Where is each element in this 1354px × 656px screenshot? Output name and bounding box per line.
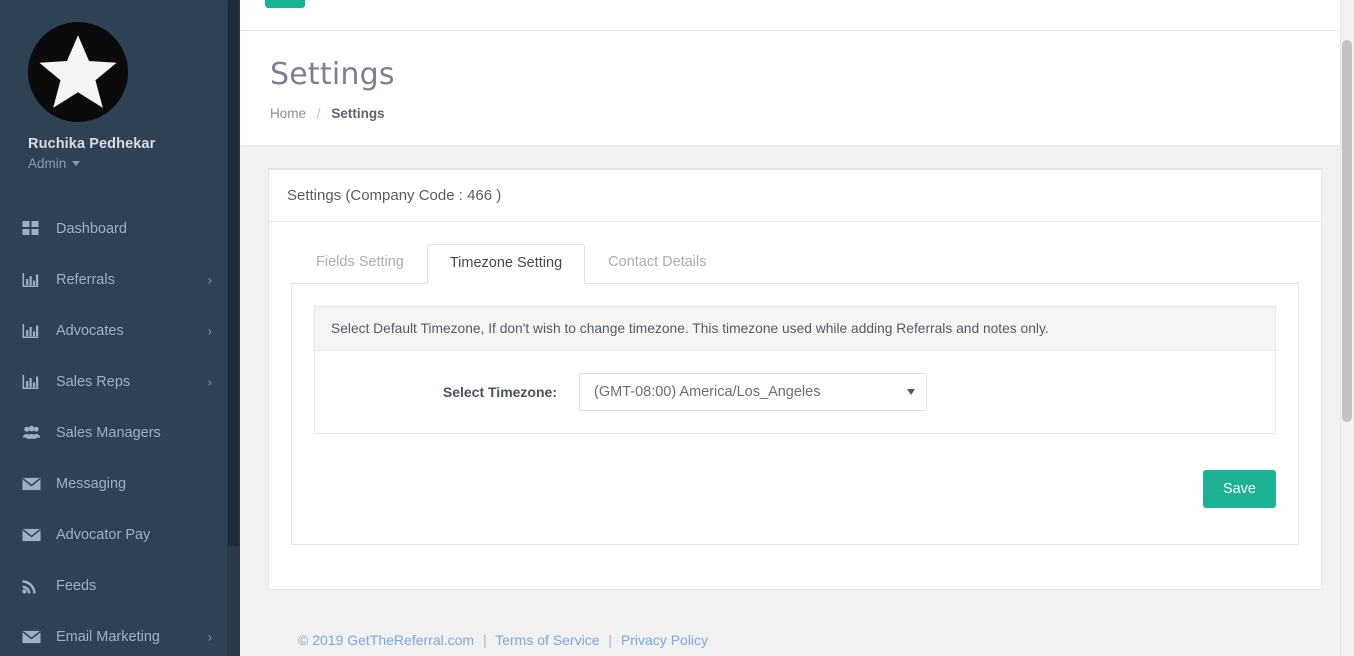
timezone-select-wrapper: (GMT-08:00) America/Los_Angeles [579,373,927,411]
chevron-right-icon: › [207,272,212,287]
tab-fields-setting[interactable]: Fields Setting [293,243,427,283]
card-footer-spacer [269,567,1321,589]
sidebar-item-label: Messaging [56,475,127,492]
sidebar-item-label: Referrals [56,271,115,288]
breadcrumb-home-link[interactable]: Home [270,106,306,121]
settings-card-body: Fields Setting Timezone Setting Contact … [269,222,1321,567]
main-content: Settings Home / Settings Settings (Compa… [240,0,1354,656]
sidebar-item-dashboard[interactable]: Dashboard [0,203,240,254]
envelope-icon [22,628,44,646]
sidebar-item-label: Advocates [56,322,124,339]
settings-tabs: Fields Setting Timezone Setting Contact … [291,242,1299,284]
sidebar-profile: Ruchika Pedhekar Admin [0,0,240,173]
profile-name: Ruchika Pedhekar [28,136,156,152]
breadcrumb-current: Settings [331,106,385,121]
page-scrollbar-track[interactable] [1340,0,1354,656]
save-row: Save [314,470,1276,508]
footer-separator: | [608,632,613,648]
sidebar-nav: Dashboard Referrals › Advocates › Sales … [0,203,240,656]
bar-chart-icon [22,373,44,391]
breadcrumb: Home / Settings [270,106,1354,121]
timezone-tab-panel: Select Default Timezone, If don't wish t… [291,284,1299,545]
page-scrollbar-thumb[interactable] [1342,40,1352,422]
sidebar: Ruchika Pedhekar Admin Dashboard Referra… [0,0,240,656]
bell-icon[interactable] [1303,0,1329,11]
page-header: Settings Home / Settings [240,31,1354,146]
content-area: Settings (Company Code : 466 ) Fields Se… [240,146,1354,648]
sidebar-item-label: Email Marketing [56,628,160,645]
sidebar-scrollbar-thumb[interactable] [228,0,239,546]
footer-separator: | [482,632,487,648]
footer-copyright: © 2019 GetTheReferral.com [298,632,475,648]
app-root: Ruchika Pedhekar Admin Dashboard Referra… [0,0,1354,656]
topbar-action-button[interactable] [265,0,305,8]
tab-timezone-setting[interactable]: Timezone Setting [426,243,586,284]
sidebar-item-label: Advocator Pay [56,526,151,543]
tab-contact-details[interactable]: Contact Details [585,243,729,283]
sidebar-item-referrals[interactable]: Referrals › [0,254,240,305]
sidebar-item-label: Feeds [56,577,97,594]
sidebar-item-label: Sales Reps [56,373,131,390]
timezone-label: Select Timezone: [442,384,557,400]
footer-terms-link[interactable]: Terms of Service [495,632,599,648]
sidebar-item-sales-reps[interactable]: Sales Reps › [0,356,240,407]
chevron-right-icon: › [207,323,212,338]
page-footer: © 2019 GetTheReferral.com | Terms of Ser… [268,612,1322,648]
topbar [240,0,1354,31]
settings-card-header: Settings (Company Code : 466 ) [269,170,1321,222]
sidebar-item-messaging[interactable]: Messaging [0,458,240,509]
page-title: Settings [270,57,395,92]
grid-icon [22,220,44,238]
sidebar-item-advocates[interactable]: Advocates › [0,305,240,356]
envelope-icon [22,475,44,493]
user-avatar-icon[interactable] [1239,0,1265,11]
rss-icon [22,577,44,595]
chevron-down-icon [72,161,81,166]
breadcrumb-separator: / [316,106,321,121]
timezone-select[interactable]: (GMT-08:00) America/Los_Angeles [579,373,927,411]
star-avatar-icon [32,26,124,118]
save-button[interactable]: Save [1202,470,1276,508]
sidebar-item-sales-managers[interactable]: Sales Managers [0,407,240,458]
envelope-icon [22,526,44,544]
sidebar-item-label: Dashboard [56,220,127,237]
footer-privacy-link[interactable]: Privacy Policy [621,632,708,648]
avatar[interactable] [28,22,128,122]
profile-role-label: Admin [28,156,67,171]
bar-chart-icon [22,322,44,340]
chevron-right-icon: › [207,374,212,389]
settings-card: Settings (Company Code : 466 ) Fields Se… [268,168,1322,590]
sidebar-item-email-marketing[interactable]: Email Marketing › [0,611,240,656]
sidebar-item-feeds[interactable]: Feeds [0,560,240,611]
topbar-icons [1239,0,1329,11]
sidebar-item-label: Sales Managers [56,424,161,441]
profile-role[interactable]: Admin [28,156,81,171]
users-icon [22,424,44,442]
timezone-form-row: Select Timezone: (GMT-08:00) America/Los… [314,351,1276,434]
bar-chart-icon [22,271,44,289]
chevron-right-icon: › [207,629,212,644]
timezone-info-alert: Select Default Timezone, If don't wish t… [314,306,1276,351]
sidebar-scrollbar-track[interactable] [227,0,240,656]
sidebar-item-advocator-pay[interactable]: Advocator Pay [0,509,240,560]
